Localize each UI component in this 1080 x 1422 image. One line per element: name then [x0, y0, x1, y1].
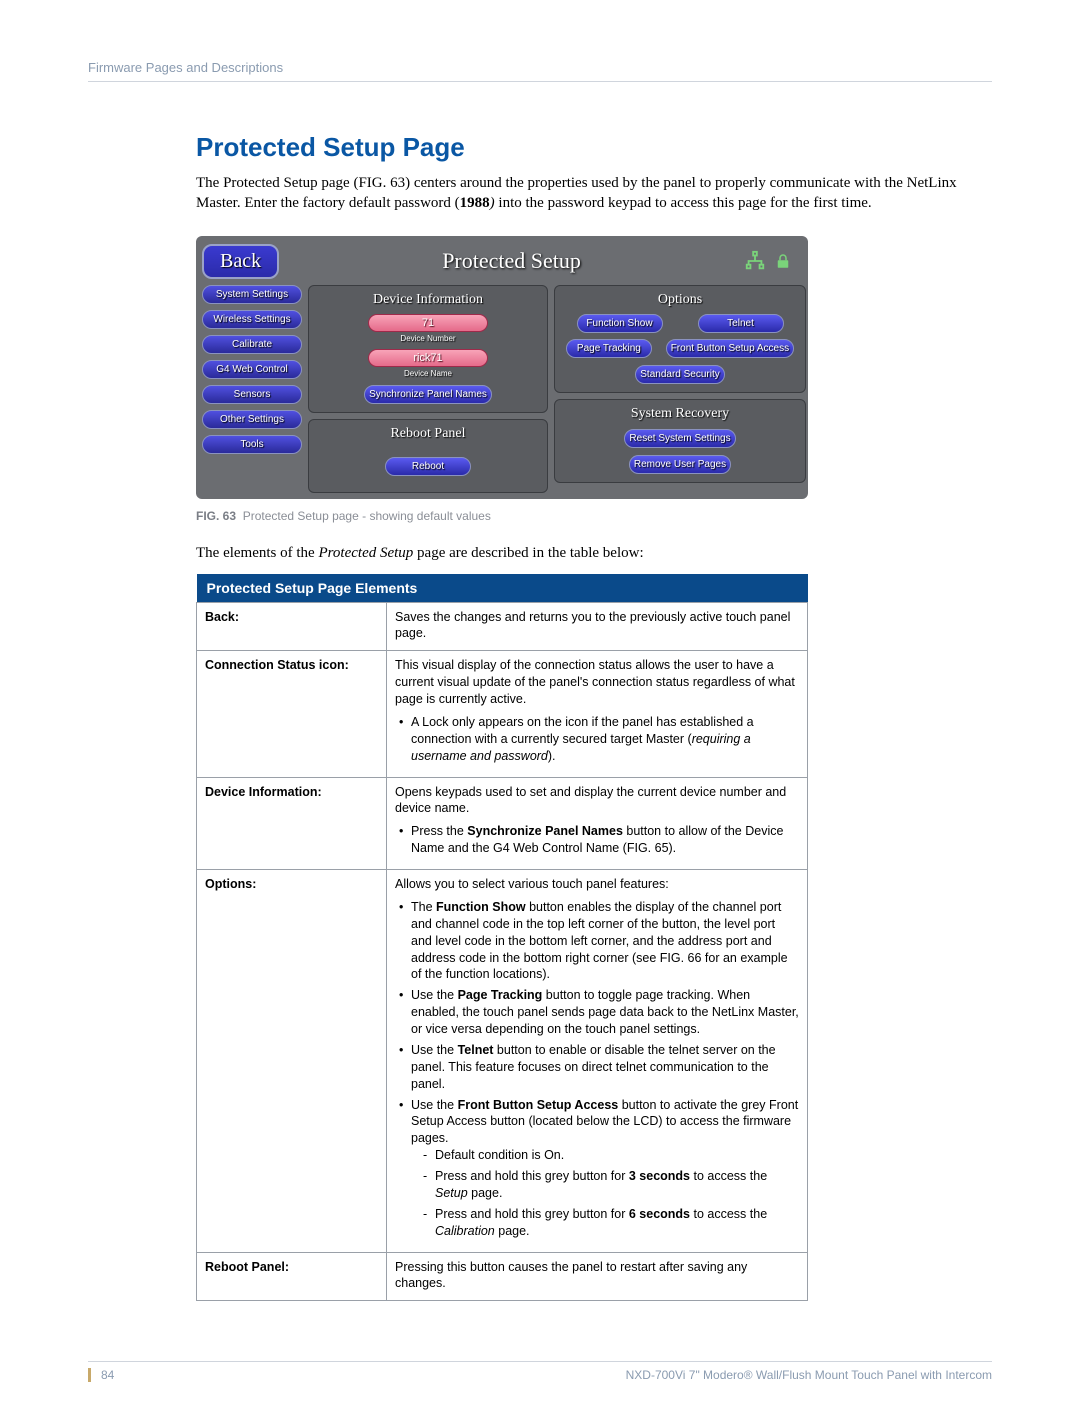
table-title: Protected Setup Page Elements — [197, 574, 808, 603]
side-btn-wireless[interactable]: Wireless Settings — [202, 310, 302, 329]
side-btn-tools[interactable]: Tools — [202, 435, 302, 454]
front-button-access-button[interactable]: Front Button Setup Access — [666, 339, 794, 358]
telnet-button[interactable]: Telnet — [698, 314, 784, 333]
side-btn-calibrate[interactable]: Calibrate — [202, 335, 302, 354]
side-btn-g4web[interactable]: G4 Web Control — [202, 360, 302, 379]
doc-title: NXD-700Vi 7" Modero® Wall/Flush Mount To… — [134, 1368, 992, 1382]
row-reboot-label: Reboot Panel: — [197, 1252, 387, 1301]
reboot-panel: Reboot Panel Reboot — [308, 419, 548, 493]
sync-panel-names-button[interactable]: Synchronize Panel Names — [364, 385, 492, 404]
device-info-title: Device Information — [317, 292, 539, 308]
page-header: Firmware Pages and Descriptions — [88, 60, 992, 82]
remove-pages-button[interactable]: Remove User Pages — [629, 455, 731, 474]
recovery-title: System Recovery — [563, 406, 797, 422]
recovery-panel: System Recovery Reset System Settings Re… — [554, 399, 806, 483]
row-device-desc: Opens keypads used to set and display th… — [387, 777, 808, 870]
section-heading: Protected Setup Page — [196, 132, 992, 163]
elements-table: Protected Setup Page Elements Back: Save… — [196, 574, 808, 1302]
reboot-button[interactable]: Reboot — [385, 457, 471, 476]
device-name-label: Device Name — [317, 369, 539, 378]
row-back-desc: Saves the changes and returns you to the… — [387, 602, 808, 651]
network-icon — [744, 250, 766, 272]
intro-paragraph: The Protected Setup page (FIG. 63) cente… — [196, 173, 992, 214]
standard-security-button[interactable]: Standard Security — [635, 365, 725, 384]
side-btn-other[interactable]: Other Settings — [202, 410, 302, 429]
lock-icon — [774, 252, 792, 270]
reset-settings-button[interactable]: Reset System Settings — [624, 429, 735, 448]
options-panel: Options Function Show Telnet Page Tracki… — [554, 285, 806, 393]
table-lead: The elements of the Protected Setup page… — [196, 545, 992, 562]
row-back-label: Back: — [197, 602, 387, 651]
page-number: 84 — [88, 1368, 114, 1382]
function-show-button[interactable]: Function Show — [577, 314, 663, 333]
device-info-panel: Device Information 71 Device Number rick… — [308, 285, 548, 413]
protected-setup-screenshot: Back Protected Setup System Settings Wir… — [196, 236, 808, 499]
back-button[interactable]: Back — [202, 244, 279, 279]
reboot-panel-title: Reboot Panel — [317, 426, 539, 442]
page-footer: 84 NXD-700Vi 7" Modero® Wall/Flush Mount… — [88, 1361, 992, 1382]
row-options-desc: Allows you to select various touch panel… — [387, 870, 808, 1253]
side-btn-system[interactable]: System Settings — [202, 285, 302, 304]
row-connection-desc: This visual display of the connection st… — [387, 651, 808, 777]
row-options-label: Options: — [197, 870, 387, 1253]
row-device-label: Device Information: — [197, 777, 387, 870]
screenshot-title: Protected Setup — [279, 248, 744, 274]
options-title: Options — [563, 292, 797, 308]
page-tracking-button[interactable]: Page Tracking — [566, 339, 652, 358]
sidebar-buttons: System Settings Wireless Settings Calibr… — [202, 285, 302, 493]
device-number-field[interactable]: 71 — [368, 314, 488, 332]
figure-caption: FIG. 63 Protected Setup page - showing d… — [196, 509, 992, 523]
device-name-field[interactable]: rick71 — [368, 349, 488, 367]
device-number-label: Device Number — [317, 334, 539, 343]
row-reboot-desc: Pressing this button causes the panel to… — [387, 1252, 808, 1301]
side-btn-sensors[interactable]: Sensors — [202, 385, 302, 404]
row-connection-label: Connection Status icon: — [197, 651, 387, 777]
